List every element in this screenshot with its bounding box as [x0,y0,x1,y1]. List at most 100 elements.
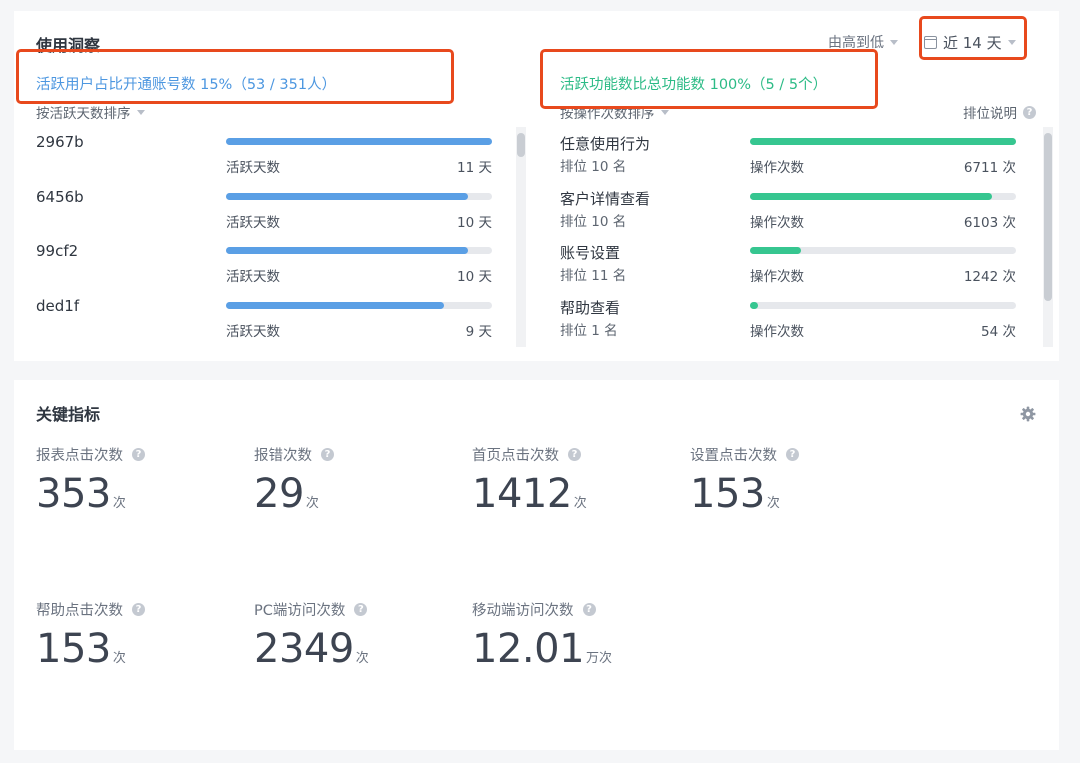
operation-bar-label: 操作次数 [750,214,804,231]
feature-list-scroll-thumb[interactable] [1044,133,1052,301]
metric-label-text: 首页点击次数 [472,448,559,464]
metric-number: 153 [690,471,765,517]
feature-rank: 排位 11 名 [560,268,627,284]
chevron-down-icon [890,39,898,45]
metric-label: 首页点击次数? [472,444,581,465]
operation-bar-track [750,247,1016,254]
help-icon[interactable]: ? [582,603,596,616]
operation-bar-value: 6103 次 [963,214,1016,231]
metric-number: 1412 [472,471,572,517]
help-icon[interactable]: ? [354,603,368,616]
chevron-down-icon [136,109,145,115]
annotation-box-time-range [919,16,1027,60]
activity-bar-track [226,247,492,254]
activity-bar-fill [226,247,469,254]
chevron-down-icon [660,109,669,115]
metric-value: 29 次 [254,471,319,517]
metric-label: 报错次数? [254,444,334,465]
metric-unit: 万次 [586,651,613,666]
metric-value: 153 次 [36,626,126,672]
help-icon[interactable]: ? [132,603,145,616]
metric-label: 帮助点击次数? [36,599,145,620]
gear-icon[interactable] [1020,406,1036,422]
key-metrics-title: 关键指标 [36,405,101,424]
help-icon[interactable]: ? [1023,105,1036,119]
feature-rank: 排位 10 名 [560,213,627,230]
metric-number: 153 [36,626,111,672]
metric-value: 1412 次 [472,471,587,517]
metric-label-text: 帮助点击次数 [36,603,123,619]
activity-bar-label: 活跃天数 [226,214,280,231]
help-icon[interactable]: ? [568,448,581,461]
metric-label: PC端访问次数? [254,599,368,620]
activity-bar-value: 11 天 [457,160,492,176]
help-icon[interactable]: ? [786,448,799,461]
metric-unit: 次 [573,496,587,511]
annotation-box-active-users [16,49,454,104]
operation-bar-label: 操作次数 [750,323,804,340]
metric-label-text: 报表点击次数 [36,448,123,464]
user-list-scrollbar[interactable] [516,127,526,347]
metric-label-text: 移动端访问次数 [472,603,574,619]
operation-bar-value: 6711 次 [963,160,1016,176]
activity-bar-track [226,301,492,309]
activity-bar-value: 10 天 [457,269,492,285]
metric-value: 353 次 [36,471,126,517]
operation-bar-fill [750,247,801,254]
metric-value: 153 次 [690,471,780,517]
operation-bar-fill [750,138,1016,145]
metric-unit: 次 [112,651,126,666]
feature-name: 账号设置 [560,244,621,262]
metric-number: 2349 [254,626,354,672]
activity-bar-fill [226,192,469,200]
feature-rank: 排位 10 名 [560,159,627,175]
ranking-help-label: 排位说明 [963,106,1017,122]
feature-name: 任意使用行为 [560,135,651,153]
metric-number: 353 [36,471,111,517]
feature-list-scrollbar[interactable] [1043,127,1053,347]
feature-name: 帮助查看 [560,298,621,317]
metric-label: 报表点击次数? [36,444,145,465]
operation-bar-track [750,192,1016,200]
operation-bar-track [750,138,1016,145]
feature-name: 客户详情查看 [560,189,651,208]
user-name: ded1f [36,296,80,315]
activity-bar-fill [226,301,445,309]
operation-bar-label: 操作次数 [750,269,804,285]
help-icon[interactable]: ? [321,448,334,461]
metric-label: 移动端访问次数? [472,599,596,620]
activity-bar-value: 10 天 [457,214,492,231]
activity-bar-fill [226,138,492,145]
operation-bar-fill [750,301,758,309]
operation-bar-fill [750,192,993,200]
activity-bar-track [226,192,492,200]
operation-bar-track [750,301,1016,309]
operation-bar-label: 操作次数 [750,160,804,176]
ranking-help[interactable]: 排位说明 ? [963,102,1036,122]
activity-bar-value: 9 天 [465,323,492,340]
users-sort-label: 按活跃天数排序 [36,106,131,122]
feature-rank: 排位 1 名 [560,322,618,339]
user-name: 2967b [36,133,84,151]
metric-unit: 次 [766,496,780,511]
metric-label-text: PC端访问次数 [254,603,346,619]
annotation-box-active-features [540,49,878,109]
operation-bar-value: 54 次 [981,323,1016,340]
activity-bar-track [226,138,492,145]
metric-number: 29 [254,471,304,517]
activity-bar-label: 活跃天数 [226,323,280,340]
activity-bar-label: 活跃天数 [226,160,280,176]
metric-value: 12.01 万次 [472,626,612,672]
help-icon[interactable]: ? [132,448,145,461]
metric-number: 12.01 [472,626,585,672]
metric-unit: 次 [305,496,319,511]
metric-label: 设置点击次数? [690,444,799,465]
users-sort-dropdown[interactable]: 按活跃天数排序 [36,102,145,122]
metric-label-text: 报错次数 [254,448,312,464]
user-list-scroll-thumb[interactable] [517,133,525,157]
metric-label-text: 设置点击次数 [690,448,777,464]
user-name: 6456b [36,187,84,206]
key-metrics-card [14,380,1059,750]
metric-unit: 次 [355,651,369,666]
operation-bar-value: 1242 次 [963,269,1016,285]
